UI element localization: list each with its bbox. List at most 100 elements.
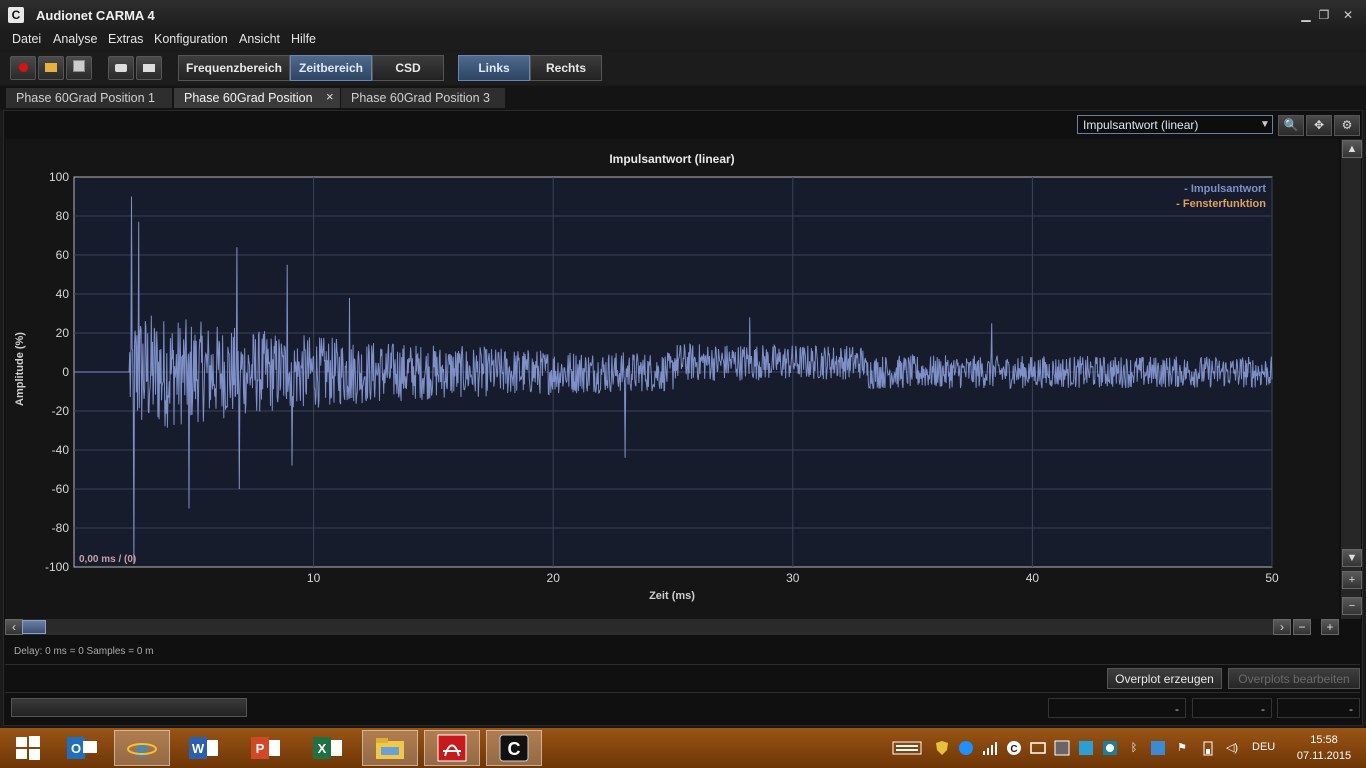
bluetooth-icon[interactable]: ᛒ [1126,740,1142,756]
scroll-down-icon[interactable]: ▼ [1342,549,1362,567]
menu-konfiguration[interactable]: Konfiguration [154,32,228,46]
display-icon[interactable] [1030,740,1046,756]
overplot-edit-button[interactable]: Overplots bearbeiten [1228,668,1360,689]
language-indicator[interactable]: DEU [1252,741,1275,753]
y-tick-label: 100 [49,170,69,184]
file-explorer-icon[interactable] [362,730,418,766]
carma-app-icon[interactable]: C [8,7,24,23]
channel-rechts-button[interactable]: Rechts [530,55,602,81]
move-icon[interactable]: ✥ [1306,115,1332,136]
overplot-create-button[interactable]: Overplot erzeugen [1107,668,1222,689]
scroll-right-icon[interactable]: › [1273,619,1291,635]
doc-tab-position-2[interactable]: Phase 60Grad Position 2 [174,88,340,125]
cursor-readout: 0,00 ms / (0) [79,554,136,565]
minimize-icon[interactable]: ▁ [1296,6,1316,24]
legend-fensterfunktion: - Fensterfunktion [1176,198,1266,210]
update-icon[interactable] [1150,740,1166,756]
view-select[interactable]: Impulsantwort (linear) [1077,115,1273,134]
menu-datei[interactable]: Datei [12,32,41,46]
y-axis-label: Amplitude (%) [14,332,26,406]
outlook-icon[interactable]: O [54,730,110,766]
status-field: - [1048,698,1186,718]
x-tick-label: 50 [1265,571,1279,585]
save-icon[interactable] [66,56,92,80]
word-icon[interactable]: W [176,730,232,766]
sync-icon[interactable] [1078,740,1094,756]
acrobat-icon[interactable] [424,730,480,766]
restore-icon[interactable]: ❐ [1314,6,1334,24]
x-tick-label: 10 [307,571,321,585]
status-field: - [1192,698,1272,718]
delay-info: Delay: 0 ms = 0 Samples = 0 m [14,646,154,657]
volume-icon[interactable]: ◁) [1224,740,1240,756]
svg-text:O: O [71,741,81,756]
svg-text:W: W [192,741,205,756]
y-tick-label: -40 [52,443,70,457]
window-title: Audionet CARMA 4 [36,8,155,23]
windows-start-icon[interactable] [0,730,56,766]
horizontal-scrollbar[interactable] [5,619,1291,635]
chevron-down-icon[interactable]: ▼ [1258,116,1272,133]
network-icon[interactable] [1054,740,1070,756]
y-tick-label: 0 [62,365,69,379]
open-folder-icon[interactable] [38,56,64,80]
divider [5,664,1360,665]
scroll-up-icon[interactable]: ▲ [1342,140,1362,158]
camera-icon[interactable] [108,56,134,80]
title-bar [0,0,1366,32]
menu-ansicht[interactable]: Ansicht [239,32,280,46]
shield-icon[interactable] [934,740,950,756]
y-tick-label: -60 [52,482,70,496]
close-icon[interactable]: ✕ [1338,6,1358,24]
y-tick-label: -20 [52,404,70,418]
progress-bar [11,698,247,717]
teamviewer-icon[interactable] [958,740,974,756]
channel-links-button[interactable]: Links [458,55,530,81]
zoom-out-y-icon[interactable]: − [1342,597,1362,615]
legend-impulsantwort: - Impulsantwort [1184,183,1266,195]
excel-icon[interactable]: X [300,730,356,766]
scroll-left-icon[interactable]: ‹ [5,619,23,635]
tab-close-icon[interactable]: × [326,89,334,104]
eye-icon[interactable] [1102,740,1118,756]
y-tick-label: -100 [45,560,69,574]
doc-tab-position-1[interactable]: Phase 60Grad Position 1 [6,88,172,108]
divider [5,692,1360,693]
record-icon[interactable] [10,56,36,80]
scroll-thumb[interactable] [22,620,46,634]
clock-time[interactable]: 15:58 [1294,734,1354,746]
svg-text:C: C [508,739,521,759]
zoom-in-x-icon[interactable]: + [1321,619,1339,635]
y-tick-label: 60 [56,248,70,262]
zoom-out-x-icon[interactable]: − [1293,619,1311,635]
carma-icon[interactable]: C [486,730,542,766]
carma-tray-icon[interactable]: C [1006,740,1022,756]
signal-icon[interactable] [982,740,998,756]
print-icon[interactable] [136,56,162,80]
clock-date[interactable]: 07.11.2015 [1294,750,1354,762]
svg-text:P: P [256,741,265,756]
menu-hilfe[interactable]: Hilfe [291,32,316,46]
zoom-in-y-icon[interactable]: + [1342,571,1362,589]
keyboard-icon[interactable] [892,740,922,756]
chart-area: 10 20 30 40 50 100 80 60 40 20 0 -20 -40 -60 -80 -100 I… [5,139,1339,619]
tab-csd[interactable]: CSD [372,55,444,81]
x-axis-label: Zeit (ms) [649,590,695,602]
svg-text:e: e [136,734,148,762]
menu-extras[interactable]: Extras [108,32,143,46]
svg-text:X: X [318,741,327,756]
flag-icon[interactable]: ⚑ [1174,740,1190,756]
tab-frequenzbereich[interactable]: Frequenzbereich [178,55,290,81]
tab-zeitbereich[interactable]: Zeitbereich [290,55,372,81]
doc-tab-position-3[interactable]: Phase 60Grad Position 3 [341,88,505,108]
zoom-icon[interactable]: 🔍 [1278,115,1304,136]
impulse-chart[interactable]: 10 20 30 40 50 100 80 60 40 20 0 -20 -40 -60 -80 -100 I… [5,139,1339,619]
internet-explorer-icon[interactable]: e [114,730,170,766]
y-tick-label: 80 [56,209,70,223]
menu-analyse[interactable]: Analyse [53,32,97,46]
settings-icon[interactable]: ⚙ [1334,115,1360,136]
powerpoint-icon[interactable]: P [238,730,294,766]
battery-icon[interactable] [1200,740,1216,756]
x-tick-label: 20 [547,571,561,585]
vertical-scrollbar[interactable] [1341,139,1361,619]
